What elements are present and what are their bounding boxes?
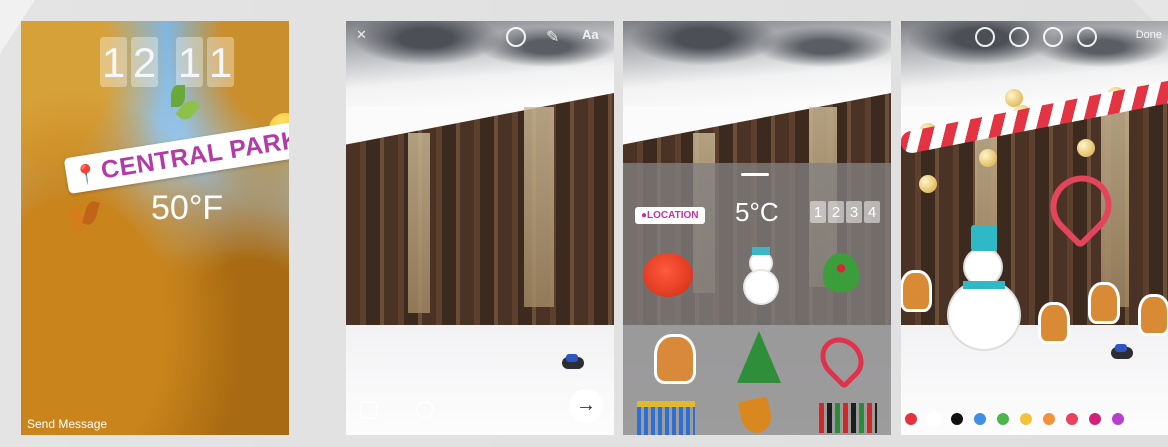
dreidel-sticker[interactable] xyxy=(737,396,775,435)
palette-color-swatch[interactable] xyxy=(972,411,988,427)
palette-color-swatch[interactable] xyxy=(1110,411,1126,427)
palette-color-swatch[interactable] xyxy=(1041,411,1057,427)
add-to-story-icon[interactable] xyxy=(416,401,434,419)
gingerbread-sticker[interactable] xyxy=(903,273,929,309)
gingerbread-sticker[interactable] xyxy=(1141,297,1167,333)
palette-color-swatch[interactable] xyxy=(926,411,942,427)
story-screen-edit: ✕ ✎ Aa → xyxy=(346,21,614,435)
mistletoe-sticker[interactable] xyxy=(823,253,859,297)
clock-digit: 4 xyxy=(864,201,880,223)
clock-sticker-option[interactable]: 1 2 3 4 xyxy=(810,201,880,223)
temperature-sticker[interactable]: 50°F xyxy=(151,189,223,228)
clock-digit: 2 xyxy=(828,201,844,223)
palette-color-swatch[interactable] xyxy=(1064,411,1080,427)
dog-coat xyxy=(1115,344,1127,352)
sticker-face-icon[interactable] xyxy=(506,27,526,47)
text-tool-button[interactable]: Aa xyxy=(582,27,599,42)
snowman-sticker[interactable] xyxy=(741,247,781,307)
next-button[interactable]: → xyxy=(569,389,603,423)
palette-color-swatch[interactable] xyxy=(1087,411,1103,427)
ornament-sticker[interactable] xyxy=(1077,139,1095,157)
palette-color-swatch[interactable] xyxy=(949,411,965,427)
ornament-sticker[interactable] xyxy=(979,149,997,167)
candy-cane-heart-sticker[interactable] xyxy=(811,328,873,390)
clock-sticker[interactable]: 1 2 1 1 xyxy=(100,37,234,87)
sticker-icon[interactable] xyxy=(1043,27,1063,47)
mention-icon[interactable] xyxy=(1009,27,1029,47)
tray-handle[interactable] xyxy=(741,173,769,176)
clock-digit: 2 xyxy=(131,37,158,87)
snowman-sticker[interactable] xyxy=(949,281,1019,349)
clock-digit: 1 xyxy=(207,37,234,87)
story-screen-sticker-tray: ●LOCATION 5°C 1 2 3 4 xyxy=(623,21,891,435)
location-sticker-option[interactable]: ●LOCATION xyxy=(635,207,705,224)
palette-color-swatch[interactable] xyxy=(903,411,919,427)
gingerbread-sticker[interactable] xyxy=(1041,305,1067,341)
snowman-scarf xyxy=(963,281,1005,289)
save-icon[interactable] xyxy=(360,401,378,419)
gingerbread-sticker[interactable] xyxy=(1091,285,1117,321)
snowman-hat xyxy=(971,225,997,251)
gingerbread-sticker[interactable] xyxy=(657,337,693,381)
temperature-sticker-option[interactable]: 5°C xyxy=(735,197,779,228)
clock-digit: 1 xyxy=(176,37,203,87)
location-sticker-label: LOCATION xyxy=(647,210,699,221)
ornament-sticker[interactable] xyxy=(919,175,937,193)
snow-wall-photo xyxy=(346,21,614,435)
dog-coat xyxy=(566,354,578,362)
clock-digit: 3 xyxy=(846,201,862,223)
kinara-sticker[interactable] xyxy=(819,403,877,433)
tomato-sticker[interactable] xyxy=(643,253,693,297)
story-screen-central-park: 1 2 1 1 📍CENTRAL PARK 50°F Send Message xyxy=(21,21,289,435)
clock-digit: 1 xyxy=(810,201,826,223)
sticker-tray: ●LOCATION 5°C 1 2 3 4 xyxy=(623,163,891,435)
clock-digit: 1 xyxy=(100,37,127,87)
menorah-sticker[interactable] xyxy=(637,401,695,435)
close-icon[interactable]: ✕ xyxy=(356,27,367,43)
color-picker-icon[interactable] xyxy=(1077,27,1097,47)
snowman-head xyxy=(965,249,1001,285)
palette-color-swatch[interactable] xyxy=(995,411,1011,427)
story-screen-decorated: Done xyxy=(901,21,1168,435)
tag-people-icon[interactable] xyxy=(975,27,995,47)
pen-icon[interactable]: ✎ xyxy=(546,27,559,47)
color-palette xyxy=(903,411,1126,427)
snow-wall-photo xyxy=(901,21,1168,435)
palette-color-swatch[interactable] xyxy=(1018,411,1034,427)
send-message-input[interactable]: Send Message xyxy=(27,417,107,431)
location-pin-icon: 📍 xyxy=(73,163,101,188)
done-button[interactable]: Done xyxy=(1136,29,1162,41)
christmas-tree-sticker[interactable] xyxy=(737,331,781,383)
